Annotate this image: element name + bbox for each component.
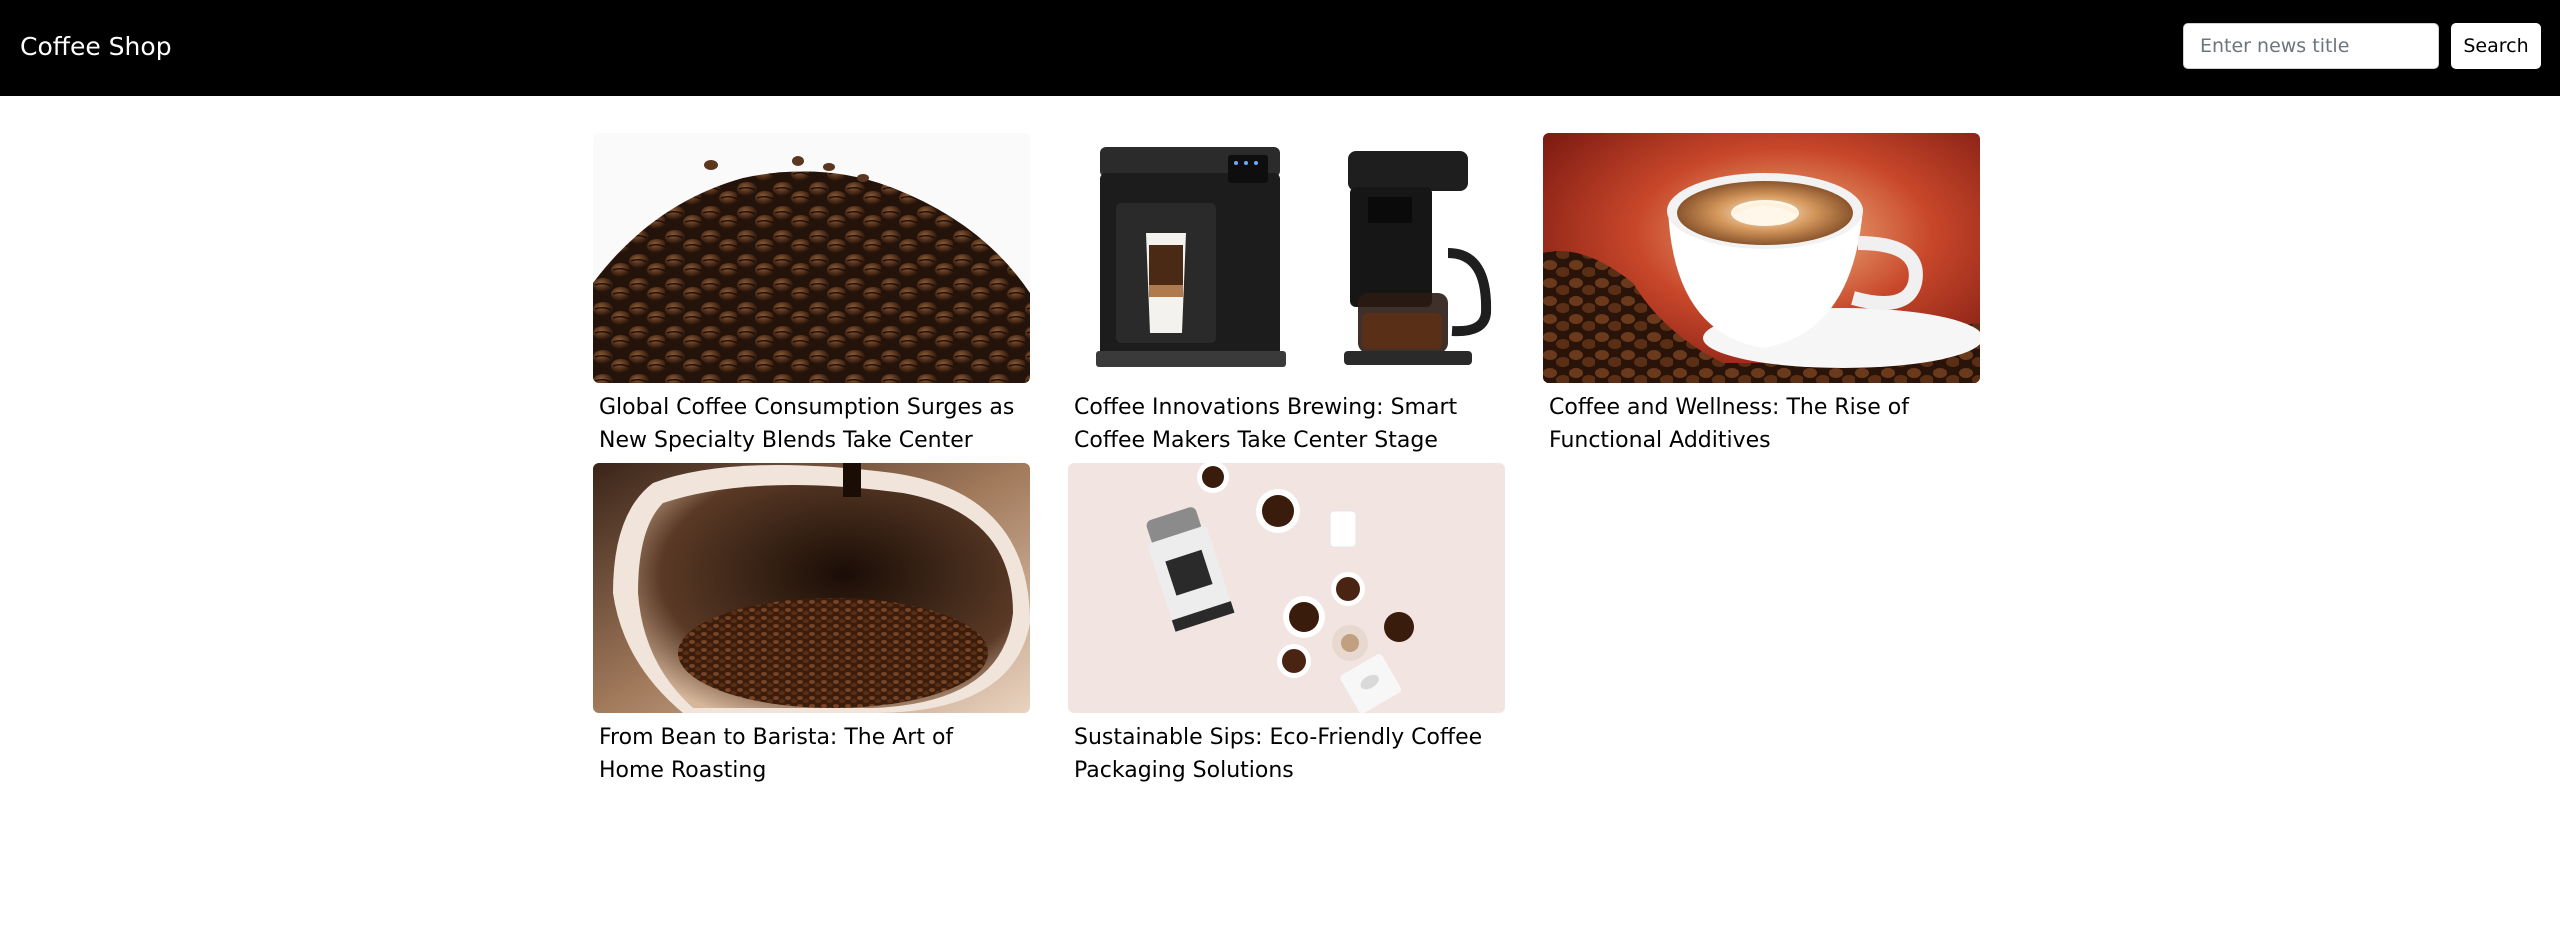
news-card[interactable]: From Bean to Barista: The Art of Home Ro… bbox=[593, 463, 1030, 793]
news-grid: Global Coffee Consumption Surges as New … bbox=[593, 133, 1980, 793]
coffee-machines-image[interactable] bbox=[1068, 133, 1505, 383]
brand-title[interactable]: Coffee Shop bbox=[20, 30, 172, 64]
news-card[interactable]: Global Coffee Consumption Surges as New … bbox=[593, 133, 1030, 486]
news-title[interactable]: Coffee Innovations Brewing: Smart Coffee… bbox=[1074, 391, 1499, 457]
coffee-beans-image[interactable] bbox=[593, 133, 1030, 383]
roasting-bowl-image[interactable] bbox=[593, 463, 1030, 713]
news-card[interactable]: Coffee Innovations Brewing: Smart Coffee… bbox=[1068, 133, 1505, 463]
news-card[interactable]: Sustainable Sips: Eco-Friendly Coffee Pa… bbox=[1068, 463, 1505, 793]
top-navbar: Coffee Shop Search bbox=[0, 0, 2560, 96]
latte-cup-image[interactable] bbox=[1543, 133, 1980, 383]
news-title[interactable]: Sustainable Sips: Eco-Friendly Coffee Pa… bbox=[1074, 721, 1499, 787]
eco-packaging-image[interactable] bbox=[1068, 463, 1505, 713]
search-button[interactable]: Search bbox=[2451, 23, 2541, 69]
news-title[interactable]: Coffee and Wellness: The Rise of Functio… bbox=[1549, 391, 1974, 457]
news-title[interactable]: From Bean to Barista: The Art of Home Ro… bbox=[599, 721, 1024, 787]
search-input[interactable] bbox=[2183, 23, 2439, 69]
news-card[interactable]: Coffee and Wellness: The Rise of Functio… bbox=[1543, 133, 1980, 463]
